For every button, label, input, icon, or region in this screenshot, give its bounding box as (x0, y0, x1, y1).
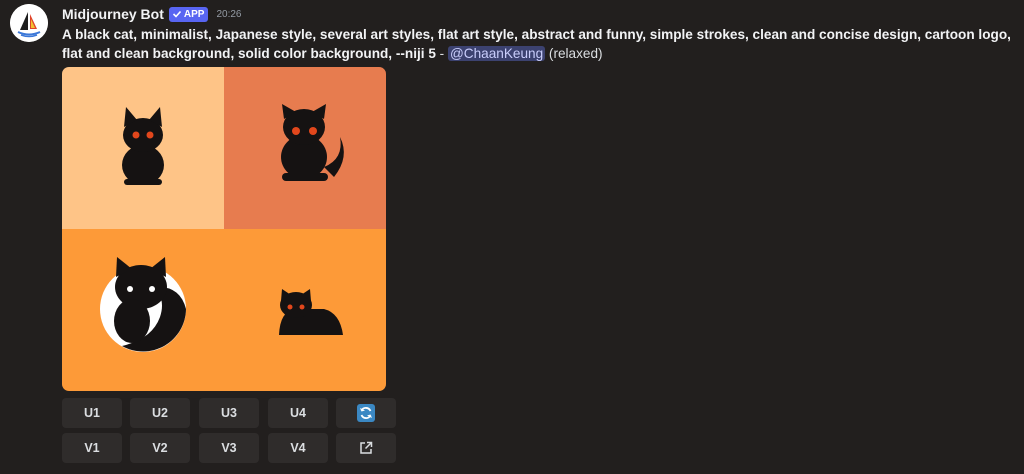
app-badge-label: APP (183, 8, 205, 20)
checkmark-icon (172, 10, 181, 18)
variation-button-2[interactable]: V2 (130, 433, 190, 463)
image-cell-4 (224, 229, 386, 391)
variation-button-3[interactable]: V3 (199, 433, 259, 463)
image-cell-1 (62, 67, 224, 229)
cat-in-circle-image (100, 257, 186, 352)
upscale-button-4[interactable]: U4 (268, 398, 328, 428)
prompt-text-line2: flat and clean background, solid color b… (62, 46, 436, 61)
upscale-button-2[interactable]: U2 (130, 398, 190, 428)
upscale-button-3[interactable]: U3 (199, 398, 259, 428)
image-cell-3 (62, 229, 224, 391)
user-mention[interactable]: @ChaanKeung (447, 46, 546, 61)
bot-avatar[interactable] (10, 4, 48, 42)
variation-button-1[interactable]: V1 (62, 433, 122, 463)
author-name[interactable]: Midjourney Bot (62, 6, 164, 22)
message-content: A black cat, minimalist, Japanese style,… (62, 25, 1022, 63)
sitting-cat-image (122, 107, 164, 185)
loaf-cat-image (279, 289, 343, 335)
image-cell-2 (224, 67, 386, 229)
open-in-browser-button[interactable] (336, 433, 396, 463)
message-timestamp: 20:26 (216, 8, 242, 20)
app-badge: APP (168, 6, 209, 22)
reroll-button[interactable] (336, 398, 396, 428)
message-header: Midjourney Bot APP 20:26 (62, 5, 241, 23)
refresh-icon (357, 404, 375, 422)
external-link-icon (360, 441, 373, 454)
generated-image-grid[interactable] (62, 67, 386, 391)
upscale-button-1[interactable]: U1 (62, 398, 122, 428)
prompt-text-line1: A black cat, minimalist, Japanese style,… (62, 27, 1011, 42)
generation-mode: (relaxed) (548, 46, 603, 61)
sailboat-logo-icon (10, 4, 48, 42)
prompt-separator: - (435, 46, 448, 61)
cat-with-tail-image (281, 104, 344, 181)
variation-button-4[interactable]: V4 (268, 433, 328, 463)
